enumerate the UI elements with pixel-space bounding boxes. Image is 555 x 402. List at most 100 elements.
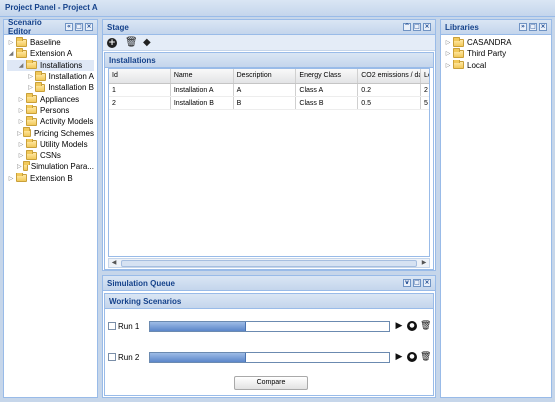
maximize-icon[interactable]: □ [529,23,537,31]
trash-icon[interactable]: 🗑 [125,37,138,48]
scroll-right-icon[interactable]: ▶ [419,259,429,267]
tree-node-persons[interactable]: ▷ Persons [7,104,94,116]
close-icon[interactable]: × [539,23,547,31]
working-scenarios-header: Working Scenarios [105,294,433,309]
play-step-icon[interactable]: ▶ [394,352,404,362]
stage-panel: Stage ^ □ × + 🗑 ◆ Installations Id Name … [102,19,436,271]
simulation-queue-panel: Simulation Queue v □ × Working Scenarios… [102,275,436,398]
folder-icon [16,37,27,47]
table-row[interactable]: 1 Installation A A Class A 0.2 2 [109,84,429,97]
tree-node-csns[interactable]: ▷ CSNs [7,149,94,161]
grid-header-row: Id Name Description Energy Class CO2 emi… [109,69,429,84]
tree-node-installation-a[interactable]: ▷ Installation A [7,70,94,82]
tree-node-activity-models[interactable]: ▷ Activity Models [7,116,94,127]
expand-arrow-icon[interactable]: ▷ [17,141,25,148]
installations-header: Installations [105,53,433,68]
run-row-2: Run 2 ▶ ● 🗑 [105,347,435,367]
libraries-header: Libraries » □ × [441,20,551,35]
run-1-checkbox[interactable] [108,322,116,330]
stage-header: Stage ^ □ × [103,20,435,35]
compare-button[interactable]: Compare [234,376,308,390]
column-header-description[interactable]: Description [234,69,297,83]
scroll-thumb[interactable] [121,260,417,267]
column-header-name[interactable]: Name [171,69,234,83]
collapse-arrow-icon[interactable]: ◢ [17,62,25,69]
expand-arrow-icon[interactable]: ▷ [17,163,22,170]
table-cell: 2 [424,87,428,94]
target-icon[interactable]: ● [407,321,417,331]
expand-arrow-icon[interactable]: ▷ [27,73,34,80]
tree-node-label: Utility Models [40,139,88,149]
eraser-icon[interactable]: ◆ [143,37,153,48]
expand-arrow-icon[interactable]: ▷ [17,130,22,137]
close-icon[interactable]: × [423,23,431,31]
expand-arrow-icon[interactable]: ▷ [7,39,15,46]
column-header-id[interactable]: Id [109,69,171,83]
tree-node-appliances[interactable]: ▷ Appliances [7,93,94,104]
table-cell: 0.2 [358,84,422,96]
add-icon[interactable]: + [107,37,117,48]
library-item-casandra[interactable]: ▷ CASANDRA [444,37,548,48]
tree-node-installation-b[interactable]: ▷ Installation B [7,82,94,93]
tree-node-utility-models[interactable]: ▷ Utility Models [7,138,94,150]
maximize-icon[interactable]: □ [413,23,421,31]
run-1-progress-bar [149,320,390,332]
collapse-right-icon[interactable]: » [519,23,527,31]
scroll-left-icon[interactable]: ◀ [109,259,119,267]
window-title: Project Panel - Project A [0,0,555,17]
column-header-energy-class[interactable]: Energy Class [296,69,359,83]
expand-arrow-icon[interactable]: ▷ [17,107,25,114]
expand-arrow-icon[interactable]: ▷ [17,152,25,159]
collapse-up-icon[interactable]: ^ [403,23,411,31]
column-header-co2-emissions[interactable]: CO2 emissions / day [358,69,422,83]
table-cell: Installation B [171,97,234,109]
collapse-down-icon[interactable]: v [403,279,411,287]
table-cell: Class B [296,97,359,109]
expand-arrow-icon[interactable]: ▷ [27,84,34,91]
run-1-actions: ▶ ● 🗑 [394,321,431,331]
table-cell: Class A [296,84,359,96]
folder-icon [26,104,37,115]
tree-node-installations[interactable]: ◢ Installations [7,59,94,71]
library-item-local[interactable]: ▷ Local [444,59,548,71]
folder-icon [23,127,31,138]
installations-title: Installations [109,55,156,65]
maximize-icon[interactable]: □ [75,23,83,31]
maximize-icon[interactable]: □ [413,279,421,287]
tree-node-pricing-schemes[interactable]: ▷ Pricing Schemes [7,127,94,138]
run-2-checkbox[interactable] [108,353,116,361]
tree-node-simulation-parameters[interactable]: ▷ Simulation Para... [7,161,94,172]
play-step-icon[interactable]: ▶ [394,321,404,331]
column-header-truncated[interactable]: Le [421,69,429,83]
tree-node-label: Installations [40,60,83,70]
expand-arrow-icon[interactable]: ▷ [17,96,25,103]
expand-arrow-icon[interactable]: ▷ [17,118,25,125]
run-row-1: Run 1 ▶ ● 🗑 [105,316,435,336]
library-item-third-party[interactable]: ▷ Third Party [444,48,548,59]
collapse-arrow-icon[interactable]: ◢ [7,50,15,57]
horizontal-scrollbar[interactable]: ◀ ▶ [108,258,430,268]
expand-arrow-icon[interactable]: ▷ [444,50,452,57]
table-row[interactable]: 2 Installation B B Class B 0.5 5 [109,97,429,110]
expand-arrow-icon[interactable]: ▷ [7,175,15,182]
trash-icon[interactable]: 🗑 [420,321,431,331]
close-icon[interactable]: × [423,279,431,287]
tree-node-extension-b[interactable]: ▷ Extension B [7,172,94,184]
libraries-title: Libraries [445,22,479,32]
expand-arrow-icon[interactable]: ▷ [444,62,452,69]
folder-icon [453,37,464,47]
collapse-left-icon[interactable]: « [65,23,73,31]
stage-title: Stage [107,22,129,32]
table-cell: A [234,84,297,96]
folder-icon [35,82,46,92]
tree-node-label: Installation A [48,72,94,82]
tree-node-label: Extension A [30,49,73,59]
folder-icon [16,172,27,183]
target-icon[interactable]: ● [407,352,417,362]
expand-arrow-icon[interactable]: ▷ [444,39,452,46]
trash-icon[interactable]: 🗑 [420,352,431,362]
tree-node-extension-a[interactable]: ◢ Extension A [7,48,94,59]
close-icon[interactable]: × [85,23,93,31]
table-cell: B [234,97,297,109]
tree-node-baseline[interactable]: ▷ Baseline [7,37,94,48]
